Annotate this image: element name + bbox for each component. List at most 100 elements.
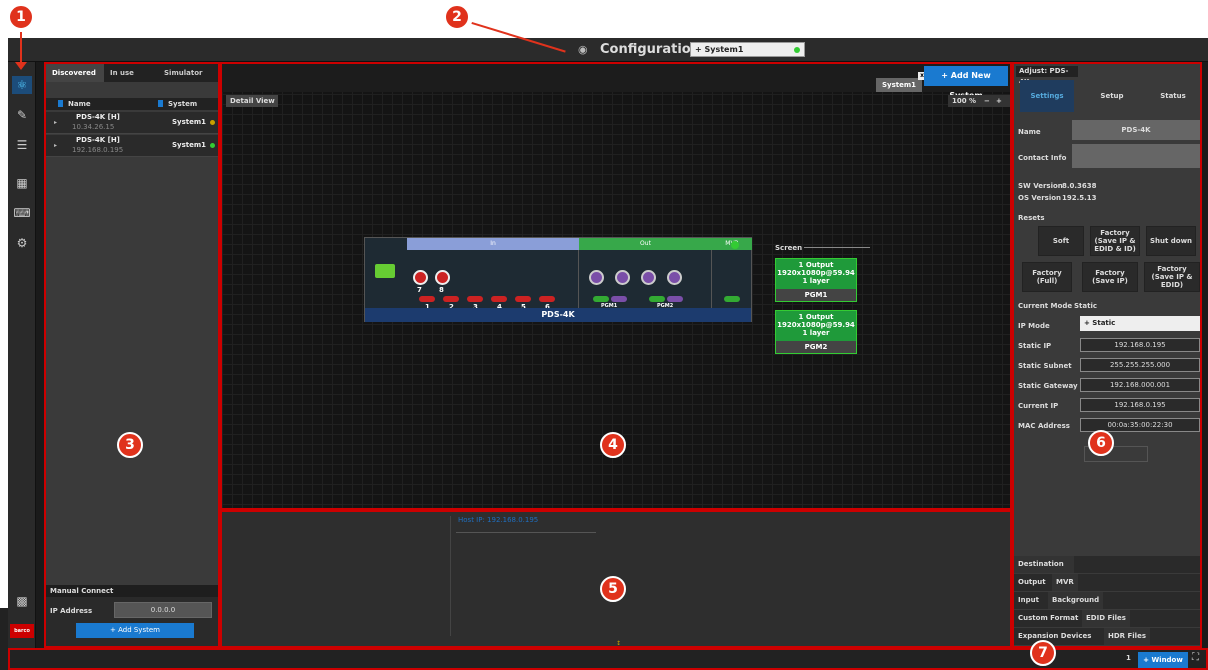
system-icon: ◉ [578,43,588,56]
contact-field[interactable] [1072,144,1200,168]
device-table-header: Name System [46,98,218,110]
tab-setup[interactable]: Setup [1082,80,1142,112]
device-diagram[interactable]: In Out MVR 7 8 1 2 3 4 5 6 [364,237,752,322]
save-icon[interactable]: ▩ [12,592,32,610]
device-system: System1 [171,118,206,126]
screen-layers: 1 layer [802,329,830,337]
accordion-label[interactable]: Expansion Devices [1014,628,1095,645]
input-port[interactable] [419,296,435,302]
accordion-label[interactable]: MVR [1052,574,1078,591]
input-port[interactable] [491,296,507,302]
screen-layers: 1 layer [802,277,830,285]
accordion-label[interactable]: EDID Files [1082,610,1130,627]
factory-save-ip-button[interactable]: Factory (Save IP) [1082,262,1138,292]
accordion-label[interactable]: Custom Format [1014,610,1082,627]
list-icon[interactable]: ☰ [12,136,32,154]
callout-arrow-1 [20,32,22,66]
output-connector[interactable] [641,270,656,285]
tab-system1-label: System1 [881,81,917,89]
screen-card[interactable]: 1 Output 1920x1080p@59.94 1 layer PGM2 [775,310,857,354]
expand-icon[interactable]: ▸ [54,119,57,126]
input-port[interactable] [443,296,459,302]
sort-system-icon[interactable] [158,100,163,107]
system-select-value: + System1 [695,45,744,54]
factory-full-button[interactable]: Factory (Full) [1022,262,1072,292]
tab-in-use[interactable]: In use [104,64,158,82]
factory-save-ip-edid-id-button[interactable]: Factory (Save IP & EDID & ID) [1090,226,1140,256]
accordion-label[interactable]: Destination [1014,556,1074,573]
accordion-label[interactable]: HDR Files [1104,628,1150,645]
output-connector[interactable] [667,270,682,285]
ip-address-label: IP Address [50,607,93,615]
zoom-in-button[interactable]: + [996,95,1002,107]
screen-card[interactable]: 1 Output 1920x1080p@59.94 1 layer PGM1 [775,258,857,302]
output-port[interactable] [611,296,627,302]
add-new-system-button[interactable]: + Add New System [924,66,1008,100]
input-port[interactable] [515,296,531,302]
current-ip-field[interactable]: 192.168.0.195 [1080,398,1200,412]
callout-badge-7: 7 [1030,640,1056,666]
mvr-port[interactable] [724,296,740,302]
output-port[interactable] [593,296,609,302]
tab-system1[interactable]: System1 x [876,72,926,92]
device-online-indicator [731,241,739,249]
network-icon[interactable]: ⚛ [12,76,32,94]
gear-icon[interactable]: ⚙ [12,234,32,252]
col-system[interactable]: System [168,100,197,108]
factory-save-ip-edid-button[interactable]: Factory (Save IP & EDID) [1144,262,1200,292]
device-row[interactable]: ▸ PDS-4K [H] 10.34.26.15 System1 [46,112,218,134]
edit-icon[interactable]: ✎ [12,106,32,124]
static-ip-field[interactable]: 192.168.0.195 [1080,338,1200,352]
tab-discovered[interactable]: Discovered [46,64,104,82]
tab-status[interactable]: Status [1146,80,1200,112]
screen-outputs: 1 Output [798,313,834,321]
detail-view-tab[interactable]: Detail View [226,95,278,107]
sort-name-icon[interactable] [58,100,63,107]
zoom-out-button[interactable]: − [984,95,990,107]
zoom-level: 100 % [952,97,977,105]
accordion-label[interactable]: Background [1048,592,1104,609]
input-connector[interactable] [413,270,428,285]
accordion-custom-edid[interactable]: Custom Format EDID Files [1014,610,1200,627]
screen-outputs: 1 Output [798,261,834,269]
system-select[interactable]: + System1 [690,42,805,57]
col-name[interactable]: Name [68,100,91,108]
screenshot-root: ◉ Configuration + System1 ⚛ ✎ ☰ ▦ ⌨ ⚙ ▩ … [0,0,1208,670]
screen-divider [804,247,870,248]
input-connector[interactable] [435,270,450,285]
device-discovery-panel: Discovered In use Simulator Name System … [44,62,220,648]
shutdown-button[interactable]: Shut down [1146,226,1196,256]
device-row[interactable]: ▸ PDS-4K [H] 192.168.0.195 System1 [46,135,218,157]
accordion-input-background[interactable]: Input Background [1014,592,1200,609]
ip-address-input[interactable]: 0.0.0.0 [114,602,212,618]
output-connector[interactable] [589,270,604,285]
accordion-label[interactable]: Input [1014,592,1043,609]
resize-grip-icon[interactable]: ↕ [616,640,621,647]
name-field[interactable]: PDS-4K [1072,120,1200,140]
soft-reset-button[interactable]: Soft [1038,226,1084,256]
add-system-button[interactable]: + Add System [76,623,194,638]
accordion-label[interactable]: Output [1014,574,1050,591]
tab-settings[interactable]: Settings [1020,80,1074,112]
keyboard-icon[interactable]: ⌨ [12,204,32,222]
grid-icon[interactable]: ▦ [12,174,32,192]
output-connector[interactable] [615,270,630,285]
expand-icon[interactable]: ▸ [54,142,57,149]
ip-mode-select[interactable]: + Static [1080,316,1200,331]
os-version-value: 192.5.13 [1062,194,1097,202]
fullscreen-icon[interactable]: ⛶ [1192,652,1199,663]
static-gateway-field[interactable]: 192.168.000.001 [1080,378,1200,392]
system-status-dot [794,47,800,53]
add-window-button[interactable]: + Window [1138,652,1188,668]
tab-simulator[interactable]: Simulator [158,64,218,82]
output-port[interactable] [667,296,683,302]
accordion-output-mvr[interactable]: Output MVR [1014,574,1200,591]
static-subnet-field[interactable]: 255.255.255.000 [1080,358,1200,372]
title-bar: ◉ Configuration + System1 [8,38,1208,62]
accordion-destination[interactable]: Destination [1014,556,1200,573]
input-port[interactable] [467,296,483,302]
app-window: ◉ Configuration + System1 ⚛ ✎ ☰ ▦ ⌨ ⚙ ▩ … [8,38,1208,670]
input-port[interactable] [539,296,555,302]
output-port[interactable] [649,296,665,302]
callout-badge-2: 2 [444,4,470,30]
